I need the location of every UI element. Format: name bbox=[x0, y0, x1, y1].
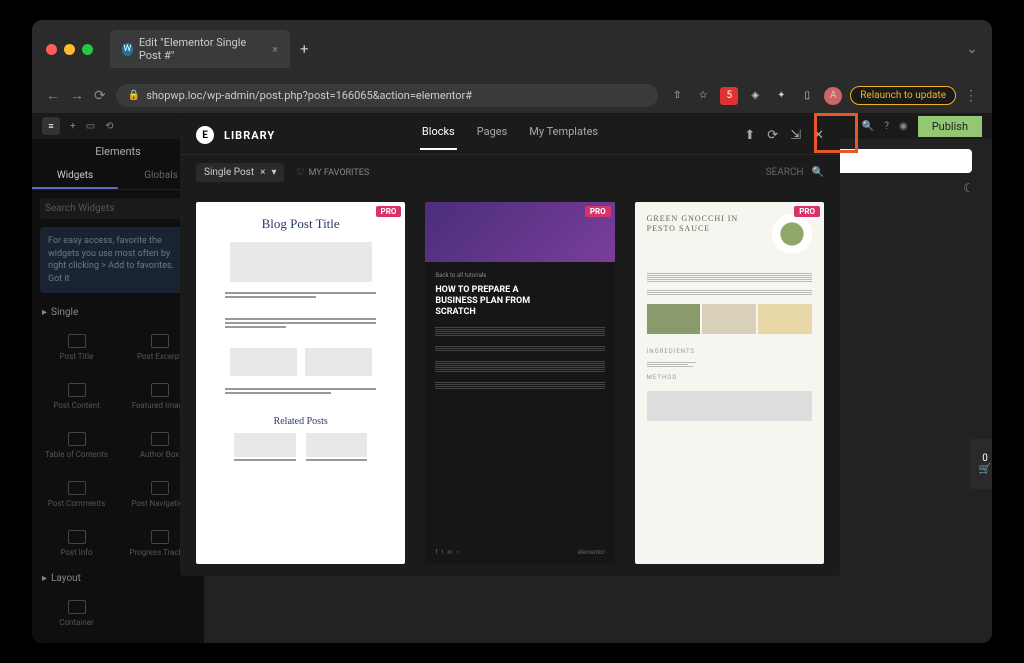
new-tab-button[interactable]: + bbox=[300, 40, 309, 58]
address-bar-row: ← → ⟳ 🔒 shopwp.loc/wp-admin/post.php?pos… bbox=[32, 78, 992, 113]
browser-tab[interactable]: W Edit "Elementor Single Post #" × bbox=[110, 30, 290, 68]
window-controls: W Edit "Elementor Single Post #" × + ⌄ bbox=[32, 20, 992, 78]
page-settings-icon[interactable]: ▭ bbox=[86, 121, 95, 132]
pro-badge: PRO bbox=[376, 206, 402, 217]
widget-search[interactable]: Search Widgets bbox=[40, 198, 196, 219]
elementor-logo-icon[interactable]: ≡ bbox=[42, 117, 60, 135]
maximize-window[interactable] bbox=[82, 44, 93, 55]
section-single[interactable]: ▸ Single bbox=[32, 301, 204, 324]
tpl2-back: Back to all tutorials bbox=[435, 272, 604, 279]
widget-post-info[interactable]: Post Info bbox=[36, 520, 117, 567]
search-icon[interactable]: 🔍 bbox=[862, 121, 874, 132]
ext-badge[interactable]: 5 bbox=[720, 87, 738, 105]
cart-count: 0 bbox=[982, 453, 988, 464]
tab-title: Edit "Elementor Single Post #" bbox=[139, 36, 260, 62]
elements-sidebar: Elements Widgets Globals Search Widgets … bbox=[32, 139, 204, 643]
template-card-1[interactable]: PRO Blog Post Title Related Posts bbox=[196, 202, 405, 564]
template-card-3[interactable]: PRO GREEN GNOCCHI IN PESTO SAUCE INGREDI… bbox=[635, 202, 824, 564]
tab-my-templates[interactable]: My Templates bbox=[527, 121, 600, 150]
add-icon[interactable]: + bbox=[70, 121, 76, 132]
import-icon[interactable]: ⇲ bbox=[790, 128, 801, 143]
share-icon[interactable]: ⇧ bbox=[668, 87, 686, 105]
tpl1-title: Blog Post Title bbox=[262, 216, 340, 232]
clear-filter-icon[interactable]: × bbox=[260, 167, 265, 178]
forward-button[interactable]: → bbox=[70, 87, 84, 104]
puzzle-icon[interactable]: ✦ bbox=[772, 87, 790, 105]
avatar[interactable]: A bbox=[824, 87, 842, 105]
close-modal-button[interactable]: ✕ bbox=[813, 128, 824, 143]
filter-dropdown-icon[interactable]: ▾ bbox=[271, 167, 276, 178]
pro-badge: PRO bbox=[794, 206, 820, 217]
sidebar-title: Elements bbox=[32, 139, 204, 164]
address-bar[interactable]: 🔒 shopwp.loc/wp-admin/post.php?post=1660… bbox=[116, 84, 659, 107]
sync-icon[interactable]: ⟳ bbox=[767, 128, 778, 143]
publish-button[interactable]: Publish bbox=[918, 116, 982, 137]
library-title: LIBRARY bbox=[224, 129, 275, 142]
cart-widget[interactable]: 0 🛒 bbox=[970, 439, 992, 489]
search-label: SEARCH bbox=[766, 167, 804, 178]
shield-icon[interactable]: ◈ bbox=[746, 87, 764, 105]
favorites-notice: For easy access, favorite the widgets yo… bbox=[40, 227, 196, 293]
tpl2-title: HOW TO PREPARE A BUSINESS PLAN FROM SCRA… bbox=[435, 285, 537, 317]
app-icon[interactable]: ◉ bbox=[899, 121, 908, 132]
pro-badge: PRO bbox=[585, 206, 611, 217]
help-icon[interactable]: ? bbox=[884, 121, 889, 132]
elementor-logo-icon: E bbox=[196, 126, 214, 144]
widget-container[interactable]: Container bbox=[36, 590, 117, 637]
widget-post-content[interactable]: Post Content bbox=[36, 373, 117, 420]
tab-pages[interactable]: Pages bbox=[475, 121, 510, 150]
tpl3-ingredients: INGREDIENTS bbox=[635, 342, 824, 361]
lock-icon: 🔒 bbox=[128, 90, 140, 101]
widget-toc[interactable]: Table of Contents bbox=[36, 422, 117, 469]
minimize-window[interactable] bbox=[64, 44, 75, 55]
search-icon[interactable]: 🔍 bbox=[812, 167, 824, 178]
chevron-down-icon[interactable]: ⌄ bbox=[966, 41, 978, 57]
wordpress-icon: W bbox=[122, 43, 133, 56]
tab-blocks[interactable]: Blocks bbox=[420, 121, 457, 150]
tpl2-author: elementor bbox=[578, 549, 605, 556]
relaunch-button[interactable]: Relaunch to update bbox=[850, 86, 956, 105]
history-icon[interactable]: ⟲ bbox=[105, 121, 113, 132]
cart-icon: 🛒 bbox=[979, 464, 991, 475]
filter-single-post[interactable]: Single Post × ▾ bbox=[196, 163, 284, 182]
tpl3-method: METHOD bbox=[635, 368, 824, 387]
tpl3-title: GREEN GNOCCHI IN PESTO SAUCE bbox=[647, 214, 764, 254]
star-icon[interactable]: ☆ bbox=[694, 87, 712, 105]
menu-icon[interactable]: ⋮ bbox=[964, 88, 978, 104]
close-window[interactable] bbox=[46, 44, 57, 55]
url-text: shopwp.loc/wp-admin/post.php?post=166065… bbox=[146, 89, 472, 102]
reload-button[interactable]: ⟳ bbox=[94, 88, 106, 104]
widget-post-title[interactable]: Post Title bbox=[36, 324, 117, 371]
my-favorites-button[interactable]: ♡ MY FAVORITES bbox=[296, 168, 369, 178]
tpl1-related: Related Posts bbox=[274, 416, 328, 427]
back-button[interactable]: ← bbox=[46, 87, 60, 104]
close-tab-icon[interactable]: × bbox=[272, 43, 278, 56]
library-modal: E LIBRARY Blocks Pages My Templates ⬆ ⟳ … bbox=[180, 116, 840, 576]
bookmark-icon[interactable]: ▯ bbox=[798, 87, 816, 105]
tab-widgets[interactable]: Widgets bbox=[32, 164, 118, 189]
template-card-2[interactable]: PRO Back to all tutorials HOW TO PREPARE… bbox=[425, 202, 614, 564]
section-layout[interactable]: ▸ Layout bbox=[32, 567, 204, 590]
widget-post-comments[interactable]: Post Comments bbox=[36, 471, 117, 518]
dark-mode-icon[interactable]: ☾ bbox=[963, 181, 974, 195]
upload-icon[interactable]: ⬆ bbox=[744, 128, 755, 143]
